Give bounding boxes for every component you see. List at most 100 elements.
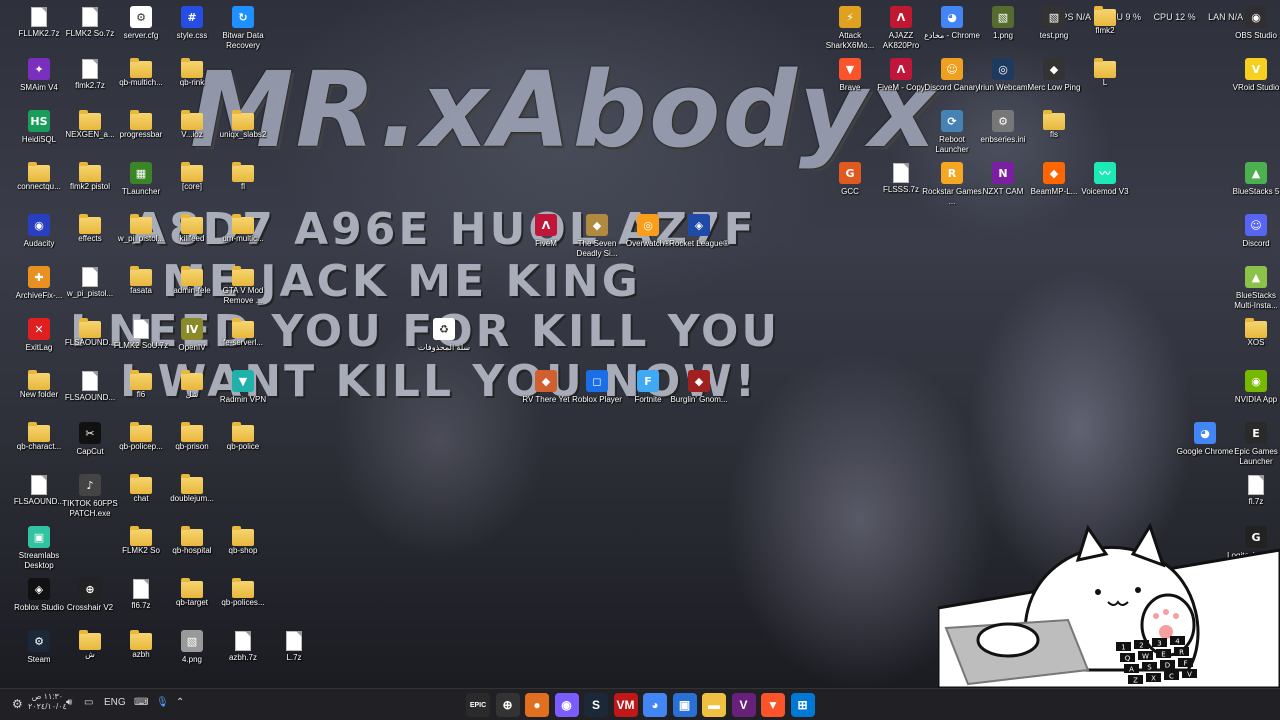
recycle-bin-icon: ♻ [433,318,455,340]
desktop-icon[interactable]: ◉ OBS Studio [1226,0,1280,41]
desktop-icon-label: Voicemod V3 [1081,187,1129,196]
desktop-icon[interactable]: fls [1024,104,1084,140]
desktop-icon-label: qb-rink [179,78,205,87]
language-indicator[interactable]: ENG [104,697,126,708]
folder-icon [1043,110,1065,130]
desktop-icon[interactable]: ◈ Rocket League® [669,208,729,249]
desktop-icon[interactable]: um-multic... [213,208,273,244]
games-taskbar-button[interactable]: ● [525,693,549,717]
clock-time: ١١:٣٠ ص [31,692,64,701]
folder-icon [232,422,254,442]
keyboard-icon[interactable]: ⌨ [134,697,148,708]
archive-icon [82,7,98,27]
desktop-icon[interactable]: ▲ BlueStacks 5 [1226,156,1280,197]
folder-icon [79,110,101,130]
audacity-icon: ◉ [28,214,50,236]
folder-icon [232,214,254,234]
voicemeeter-taskbar-button[interactable]: VM [613,693,638,717]
folder-icon [232,266,254,286]
image-icon: ▧ [992,6,1014,28]
desktop-icon[interactable]: ☺ Discord [1226,208,1280,249]
microphone-icon[interactable]: 🎙︎ [156,697,169,708]
settings-icon[interactable]: ⚙ [12,697,23,711]
desktop-icon-label: BlueStacks Multi-Insta... [1234,291,1278,310]
desktop-icon[interactable]: qb-police [213,416,273,452]
steam-taskbar-button[interactable]: S [584,693,608,717]
folder-icon [181,370,203,390]
desktop-icon-label: fe-serverl... [222,338,263,347]
folder-icon [130,58,152,78]
desktop-icon[interactable]: qb-rink [162,52,222,88]
desktop-icon-label: Rocket League® [669,239,729,248]
desktop-icon[interactable]: 〰 Voicemod V3 [1075,156,1135,197]
cat-key-label: D [1165,662,1170,670]
desktop-icon[interactable]: uniqx_slabs2 [213,104,273,140]
taskbar: ⚙ ١١:٣٠ ص ٢٠٢٤/١٠/٠٤ 🔊︎ ▭ ENG ⌨ 🎙︎ ⌃ EPI… [0,688,1280,720]
archive-icon [133,319,149,339]
desktop-icon-label: qb-polices... [221,598,265,607]
gcc-icon: G [839,162,861,184]
desktop-icon[interactable]: ◉ NVIDIA App [1226,364,1280,405]
archive-icon [82,59,98,79]
game-icon: ◆ [1043,162,1065,184]
css-icon: # [181,6,203,28]
chevron-up-icon[interactable]: ⌃ [176,697,184,708]
folder-icon [130,630,152,650]
vroid-icon: V [1245,58,1267,80]
folder-icon [181,58,203,78]
chrome-taskbar-button[interactable]: ◕ [643,693,667,717]
clock[interactable]: ١١:٣٠ ص ٢٠٢٤/١٠/٠٤ [28,692,67,712]
desktop-icon[interactable]: L [1075,52,1135,88]
fortnite-icon: F [637,370,659,392]
steam-icon: ⚙ [28,630,50,652]
desktop-icon[interactable]: ▼ Radmin VPN [213,364,273,405]
desktop-icon-label: XOS [1247,338,1265,347]
store-taskbar-button[interactable]: ▣ [672,693,697,717]
desktop-icon[interactable]: flmk2 [1075,0,1135,36]
streamlabs-icon: ▣ [28,526,50,548]
volume-icon[interactable]: 🔊︎ [66,697,72,708]
cat-key-label: Q [1125,655,1131,663]
desktop-icon[interactable]: ▣ Streamlabs Desktop [9,520,69,571]
desktop-icon[interactable]: fe-serverl... [213,312,273,348]
desktop-icon[interactable]: GTA V Mod Remove ... [213,260,273,306]
desktop-icon-label: GTA V Mod Remove ... [222,286,264,305]
desktop-icon[interactable]: qb-shop [213,520,273,556]
desktop-icon[interactable]: ♻ سلة المحذوفات [414,312,474,353]
obs-taskbar-button[interactable]: ◉ [554,693,579,717]
network-icon[interactable]: ▭ [84,697,93,708]
desktop-icon[interactable]: V VRoid Studio [1226,52,1280,93]
desktop-icon-label: qb-police [226,442,260,451]
folder-icon [1245,318,1267,338]
folder-icon [28,370,50,390]
epic-games-taskbar-button[interactable]: EPIC [466,693,490,717]
desktop-icon[interactable]: ◆ Burglin' Gnom... [669,364,729,405]
desktop-icon-label: BlueStacks 5 [1232,187,1280,196]
desktop-icon[interactable]: doublejum... [162,468,222,504]
fivem-icon: Λ [535,214,557,236]
desktop-icon[interactable]: fl.7z [1226,468,1280,507]
visual-studio-taskbar-button[interactable]: V [731,693,756,717]
folder-icon [181,526,203,546]
desktop-icon[interactable]: fl [213,156,273,192]
game-icon: ◆ [586,214,608,236]
start-taskbar-button[interactable]: ⊞ [790,693,815,717]
overwatch-icon: ◎ [637,214,659,236]
desktop-icon[interactable]: XOS [1226,312,1280,348]
archive-icon [31,475,47,495]
roblox-icon: ◻ [586,370,608,392]
desktop-icon[interactable]: qb-polices... [213,572,273,608]
explorer-taskbar-button[interactable]: ▬ [702,693,726,717]
crosshair-taskbar-button[interactable]: ⊕ [495,693,520,717]
desktop-icon[interactable]: E Epic Games Launcher [1226,416,1280,467]
chrome-icon: ◕ [1194,422,1216,444]
desktop-icon[interactable]: L.7z [264,624,324,663]
desktop-icon[interactable]: ▲ BlueStacks Multi-Insta... [1226,260,1280,311]
epic-icon: E [1245,422,1267,444]
brave-taskbar-button[interactable]: ▼ [761,693,785,717]
gear-icon: ⚙ [992,110,1014,132]
desktop-icon-label: fl [241,182,245,191]
desktop-icon[interactable]: ↻ Bitwar Data Recovery [213,0,273,51]
archive-icon [286,631,302,651]
folder-icon [232,110,254,130]
